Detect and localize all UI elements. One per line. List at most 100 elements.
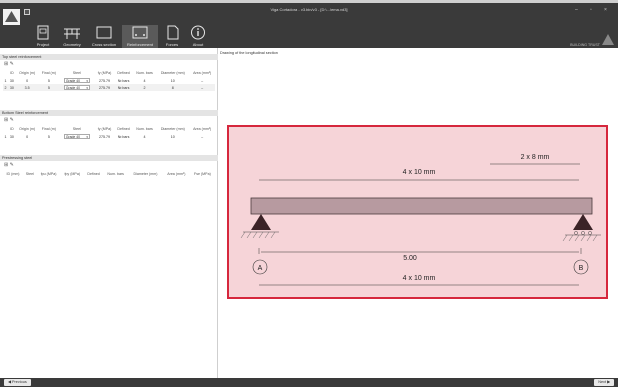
steel-select-value: Grade 40: [65, 135, 81, 139]
column-header: fy (MPa): [97, 126, 112, 131]
top-short-bars-label: 2 x 8 mm: [521, 154, 550, 161]
column-header: Diameter (mm): [160, 70, 185, 75]
prestress-table: ID (mm) Steel fpu (MPa) fpy (MPa) Define…: [3, 169, 215, 178]
cell-final[interactable]: 5: [38, 84, 60, 91]
cell-final[interactable]: 5: [39, 133, 60, 140]
app-logo-icon: [3, 9, 20, 25]
cell-diameter[interactable]: 8: [156, 84, 190, 91]
hatch-left: [240, 231, 276, 239]
top-steel-tools: ⊞ ✎: [4, 61, 14, 67]
next-button[interactable]: Next ▶: [594, 379, 614, 386]
support-b-label: B: [579, 265, 584, 272]
top-steel-header: Top steel reinforcement: [0, 54, 218, 60]
column-header: Diameter (mm): [133, 171, 158, 176]
column-header: Steel: [72, 126, 81, 131]
support-a-label: A: [258, 265, 263, 272]
forces-icon: [167, 25, 179, 40]
cell-id[interactable]: 30: [8, 133, 16, 140]
section-drawing: 2 x 8 mm 4 x 10 mm 5.00 A B 4 x 10 mm: [240, 154, 601, 286]
hatch-right: [562, 234, 598, 242]
next-label: Next: [598, 380, 607, 384]
top-steel-table: ID Origin (m) Final (m) Steel fy (MPa) D…: [3, 68, 215, 91]
column-header: Diameter (mm): [160, 126, 185, 131]
cell-area: –: [201, 78, 204, 83]
cell-fy: 275.79: [99, 134, 111, 139]
column-header: Final (m): [41, 70, 56, 75]
tool-label: Geometry: [63, 42, 81, 47]
add-row-icon[interactable]: ⊞: [4, 162, 8, 168]
navigation-bar: ◀ Previous Next ▶: [0, 378, 618, 387]
support-left: [251, 214, 271, 230]
chevron-down-icon: ▾: [86, 86, 88, 90]
close-button[interactable]: ×: [604, 7, 607, 13]
cell-defined[interactable]: Nr.bars: [114, 77, 132, 84]
longitudinal-section-canvas[interactable]: 2 x 8 mm 4 x 10 mm 5.00 A B 4 x 10 mm: [227, 125, 608, 299]
cell-origin[interactable]: 0: [16, 77, 39, 84]
cell-diameter[interactable]: 10: [156, 77, 189, 84]
cell-diameter[interactable]: 10: [156, 133, 189, 140]
cell-steel[interactable]: Grade 40 ▾: [59, 84, 95, 91]
steel-select[interactable]: Grade 40 ▾: [63, 85, 90, 90]
edit-row-icon[interactable]: ✎: [10, 61, 14, 67]
column-header: fpu (MPa): [40, 171, 57, 176]
brand-logo-icon: [602, 34, 614, 45]
cell-steel[interactable]: Grade 40 ▾: [59, 133, 95, 140]
cell-origin[interactable]: 3.5: [15, 84, 39, 91]
tool-label: Forces: [165, 42, 179, 47]
maximize-button[interactable]: ▫: [590, 7, 592, 13]
column-header: Num. bars: [107, 171, 124, 176]
edit-row-icon[interactable]: ✎: [10, 162, 14, 168]
table-row[interactable]: 1 30 0 5 Grade 40 ▾ 275.79 Nr.bars 4 10 –: [3, 133, 215, 140]
arrow-right-icon: ▶: [606, 380, 610, 384]
table-row[interactable]: 1 30 0 5 Grade 40 ▾ 275.79 Nr.bars 4 10 –: [3, 77, 215, 84]
cell-num-bars[interactable]: 4: [133, 133, 157, 140]
tool-label: Reinforcement: [126, 42, 153, 47]
column-header: ID: [10, 70, 14, 75]
chevron-down-icon: ▾: [86, 135, 88, 139]
column-header: Origin (m): [19, 126, 36, 131]
minimize-button[interactable]: –: [575, 7, 578, 13]
reinforcement-icon: [132, 26, 148, 39]
column-header: Final (m): [41, 126, 56, 131]
bottom-steel-tools: ⊞ ✎: [4, 117, 14, 123]
add-row-icon[interactable]: ⊞: [4, 117, 8, 123]
beam: [250, 197, 593, 215]
cell-fy: 275.79: [99, 78, 111, 83]
window-title: Viga Cortadora - v3.bin/v3 - [D:\...\ema…: [270, 7, 348, 12]
previous-button[interactable]: ◀ Previous: [4, 379, 31, 386]
add-row-icon[interactable]: ⊞: [4, 61, 8, 67]
cell-defined[interactable]: Nr.bars: [114, 84, 133, 91]
cell-origin[interactable]: 0: [16, 133, 39, 140]
beam-geometry-icon: [64, 28, 80, 39]
steel-select[interactable]: Grade 40 ▾: [63, 134, 90, 139]
cell-id[interactable]: 30: [8, 84, 16, 91]
table-row[interactable]: 2 30 3.5 5 Grade 40 ▾ 275.79 Nr.bars 2 8 …: [3, 84, 215, 91]
cell-defined[interactable]: Nr.bars: [114, 133, 132, 140]
cell-id[interactable]: 30: [8, 77, 16, 84]
document-icon: [37, 25, 49, 40]
steel-select-value: Grade 40: [65, 86, 81, 90]
column-header: Area (mm²): [167, 171, 186, 176]
cell-num-bars[interactable]: 4: [133, 77, 157, 84]
cell-num-bars[interactable]: 2: [132, 84, 157, 91]
steel-select-value: Grade 40: [65, 79, 81, 83]
column-header: Num. bars: [136, 70, 153, 75]
top-long-bars-label: 4 x 10 mm: [403, 169, 436, 176]
cell-final[interactable]: 5: [39, 77, 60, 84]
steel-select[interactable]: Grade 40 ▾: [63, 78, 90, 83]
bottom-steel-header: Bottom Steel reinforcement: [0, 110, 218, 116]
span-length-label: 5.00: [403, 255, 417, 262]
save-icon[interactable]: [24, 9, 30, 15]
column-header: fpy (MPa): [64, 171, 81, 176]
edit-row-icon[interactable]: ✎: [10, 117, 14, 123]
column-header: Steel: [25, 171, 34, 176]
cell-steel[interactable]: Grade 40 ▾: [59, 77, 95, 84]
column-header: fy (MPa): [97, 70, 112, 75]
tool-label: Project: [36, 42, 50, 47]
prestress-tools: ⊞ ✎: [4, 162, 14, 168]
cell-area: –: [201, 134, 204, 139]
drawing-title: Drawing of the longitudinal section: [220, 51, 278, 55]
drawing-panel: Drawing of the longitudinal section 2 x …: [218, 48, 618, 378]
prestress-header: Prestressing steel: [0, 155, 218, 161]
tool-label: Cross section: [91, 42, 117, 47]
